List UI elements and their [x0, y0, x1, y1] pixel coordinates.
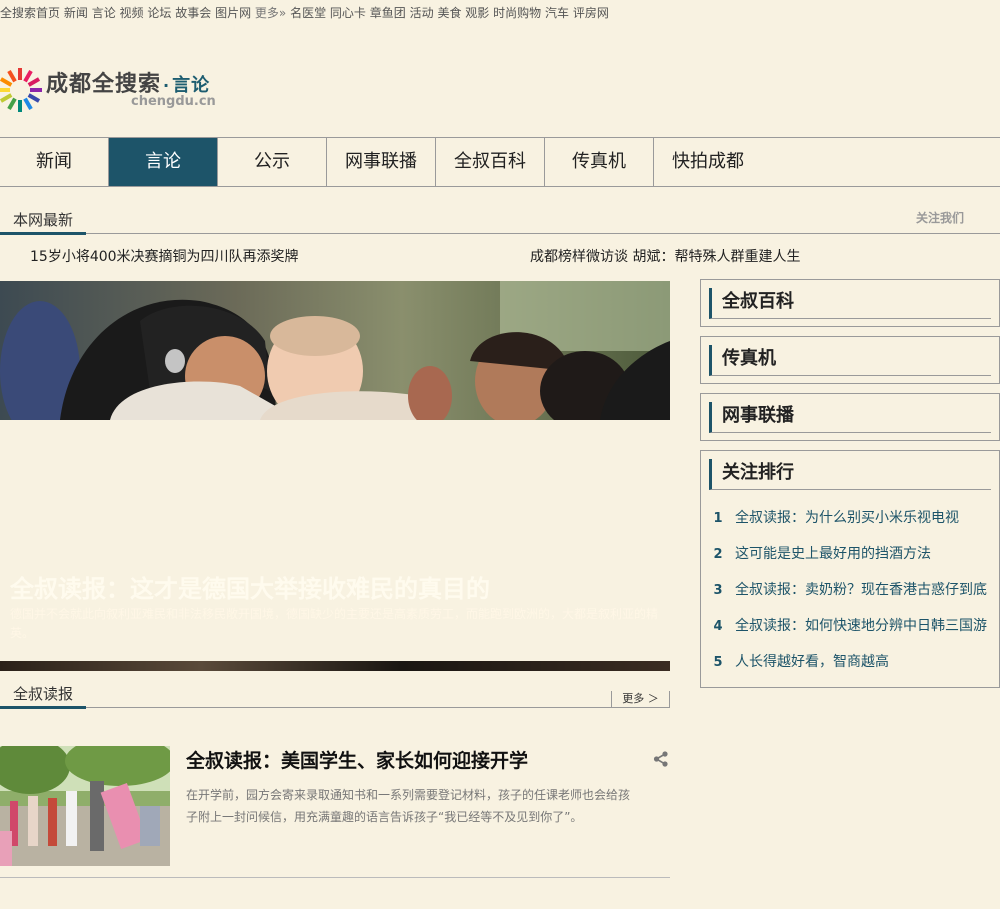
logo-dot: ·: [163, 76, 171, 95]
sidebar-box-fax: 传真机: [700, 336, 1000, 384]
top-link-doctor[interactable]: 名医堂: [290, 6, 326, 20]
share-icon[interactable]: [653, 751, 669, 771]
ranking-number: 4: [713, 619, 723, 634]
site-logo[interactable]: 成都全搜索 · 言论 chengdu.cn: [0, 62, 240, 116]
logo-domain: chengdu.cn: [131, 94, 216, 109]
ranking-number: 2: [713, 547, 723, 562]
latest-label: 本网最新: [0, 210, 87, 235]
nav-encyclopedia[interactable]: 全叔百科: [436, 138, 545, 186]
hero-description: 德国并不会就此向叙利亚难民和非法移民敞开国境，德国缺少的主要还是高素质劳工，而能…: [10, 607, 659, 640]
hero-title[interactable]: 全叔读报：这才是德国大举接收难民的真目的: [10, 569, 490, 604]
ranking-text[interactable]: 全叔读报：如何快速地分辨中日韩三国游: [735, 618, 987, 634]
ranking-title: 关注排行: [709, 459, 991, 490]
logo-section: 言论: [172, 75, 211, 96]
ranking-text[interactable]: 全叔读报：卖奶粉？现在香港古惑仔到底: [735, 582, 987, 598]
top-link-news[interactable]: 新闻: [64, 6, 88, 20]
nav-news[interactable]: 新闻: [0, 138, 109, 186]
color-wheel-logo-icon: [0, 68, 42, 112]
more-link[interactable]: 更多 ＞: [611, 691, 670, 707]
top-link-story[interactable]: 故事会: [175, 6, 211, 20]
top-link-group[interactable]: 章鱼团: [370, 6, 406, 20]
nav-notice[interactable]: 公示: [218, 138, 327, 186]
hero-photo[interactable]: [0, 281, 670, 420]
top-link-photo[interactable]: 图片网: [215, 6, 251, 20]
ranking-item[interactable]: 5 人长得越好看，智商越高: [701, 644, 999, 680]
top-link-movies[interactable]: 观影: [465, 6, 489, 20]
sidebar-box-title[interactable]: 传真机: [709, 345, 991, 376]
nav-web-broadcast[interactable]: 网事联播: [327, 138, 436, 186]
latest-header: 本网最新 关注我们: [0, 209, 1000, 235]
latest-news-item[interactable]: 15岁小将400米决赛摘铜为四川队再添奖牌: [30, 246, 299, 266]
top-link-forum[interactable]: 论坛: [147, 6, 171, 20]
article-description: 在开学前，园方会寄来录取通知书和一系列需要登记材料，孩子的任课老师也会给孩子附上…: [186, 788, 631, 824]
ranking-item[interactable]: 4 全叔读报：如何快速地分辨中日韩三国游: [701, 608, 999, 644]
ranking-item[interactable]: 1 全叔读报：为什么别买小米乐视电视: [701, 500, 999, 536]
sidebar-ranking: 关注排行 1 全叔读报：为什么别买小米乐视电视 2 这可能是史上最好用的挡酒方法 3…: [700, 450, 1000, 688]
article-thumbnail[interactable]: [0, 746, 170, 866]
top-link-events[interactable]: 活动: [410, 6, 434, 20]
article-title[interactable]: 全叔读报：美国学生、家长如何迎接开学: [186, 746, 528, 773]
nav-opinion[interactable]: 言论: [109, 138, 218, 186]
reading-header: 全叔读报 更多 ＞: [0, 683, 670, 709]
top-link-opinion[interactable]: 言论: [92, 6, 116, 20]
ranking-text[interactable]: 这可能是史上最好用的挡酒方法: [735, 546, 931, 562]
top-link-food[interactable]: 美食: [437, 6, 461, 20]
ranking-list: 1 全叔读报：为什么别买小米乐视电视 2 这可能是史上最好用的挡酒方法 3 全叔读报：…: [701, 490, 999, 680]
top-link-card[interactable]: 同心卡: [330, 6, 366, 20]
hero-slider[interactable]: 全叔读报：这才是德国大举接收难民的真目的 德国并不会就此向叙利亚难民和非法移民敞…: [0, 281, 670, 671]
ranking-text[interactable]: 人长得越好看，智商越高: [735, 654, 889, 670]
reading-label: 全叔读报: [0, 684, 87, 709]
ranking-item[interactable]: 3 全叔读报：卖奶粉？现在香港古惑仔到底: [701, 572, 999, 608]
nav-snapshot[interactable]: 快拍成都: [654, 138, 762, 186]
latest-news-item[interactable]: 成都榜样微访谈 胡斌：帮特殊人群重建人生: [530, 246, 800, 266]
ranking-item[interactable]: 2 这可能是史上最好用的挡酒方法: [701, 536, 999, 572]
follow-us-link[interactable]: 关注我们: [916, 209, 964, 226]
article-card: 全叔读报：美国学生、家长如何迎接开学 在开学前，园方会寄来录取通知书和一系列需要…: [0, 746, 670, 878]
ranking-number: 3: [713, 583, 723, 598]
top-links-bar: 全搜索首页 新闻 言论 视频 论坛 故事会 图片网 更多» 名医堂 同心卡 章鱼…: [0, 4, 609, 20]
sidebar-box-title[interactable]: 全叔百科: [709, 288, 991, 319]
ranking-number: 5: [713, 655, 723, 670]
top-link-video[interactable]: 视频: [120, 6, 144, 20]
nav-fax[interactable]: 传真机: [545, 138, 654, 186]
top-link-auto[interactable]: 汽车: [545, 6, 569, 20]
top-link-more[interactable]: 更多»: [255, 6, 286, 20]
top-link-shopping[interactable]: 时尚购物: [493, 6, 541, 20]
sidebar-box-title[interactable]: 网事联播: [709, 402, 991, 433]
sidebar-box-encyclopedia: 全叔百科: [700, 279, 1000, 327]
ranking-text[interactable]: 全叔读报：为什么别买小米乐视电视: [735, 510, 959, 526]
ranking-number: 1: [713, 511, 723, 526]
top-link-home[interactable]: 全搜索首页: [0, 6, 60, 20]
main-nav: 新闻 言论 公示 网事联播 全叔百科 传真机 快拍成都: [0, 137, 1000, 187]
top-link-housing[interactable]: 评房网: [573, 6, 609, 20]
hero-photo-strip: [0, 661, 670, 671]
sidebar-box-web-broadcast: 网事联播: [700, 393, 1000, 441]
